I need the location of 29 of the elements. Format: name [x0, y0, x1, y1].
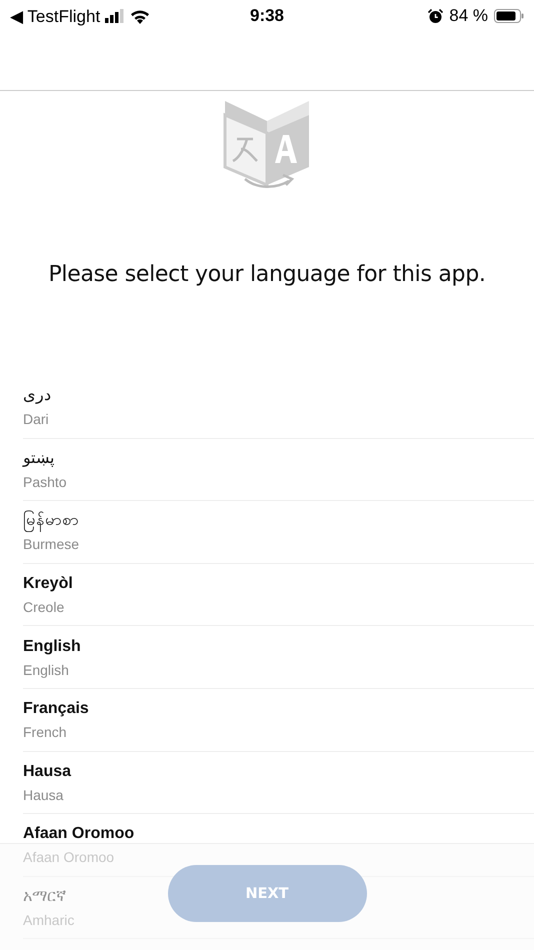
native-name: Hausa — [23, 762, 72, 781]
language-item[interactable]: မြန်မာစာ Burmese — [23, 501, 534, 564]
language-item[interactable]: Hausa Hausa — [23, 752, 534, 814]
language-item[interactable]: Français French — [23, 688, 534, 752]
page-heading: Please select your language for this app. — [48, 261, 486, 289]
battery-percent: 84 % — [449, 6, 488, 26]
wifi-icon — [130, 8, 150, 24]
alarm-icon — [428, 8, 444, 24]
english-name: French — [23, 724, 67, 740]
native-name: Kreyòl — [23, 574, 73, 594]
back-label[interactable]: ◀ TestFlight — [10, 6, 100, 26]
native-name: မြန်မာစာ — [23, 511, 79, 530]
native-name: English — [23, 636, 81, 656]
battery-icon — [494, 9, 524, 23]
english-name: Burmese — [23, 536, 80, 552]
signal-icon — [105, 9, 126, 23]
english-name: Hausa — [23, 786, 64, 803]
native-name: دری — [23, 386, 51, 406]
language-item[interactable]: Kreyòl Creole — [23, 564, 534, 626]
english-name: Pashto — [23, 474, 67, 490]
clock-time: 9:38 — [250, 6, 284, 26]
language-item[interactable]: English English — [23, 626, 534, 689]
english-name: Creole — [23, 599, 64, 616]
native-name: Afaan Oromoo — [23, 824, 134, 844]
native-name: Français — [23, 699, 89, 718]
english-name: English — [23, 662, 69, 678]
english-name: Dari — [23, 411, 49, 428]
native-name: አማርኛ — [23, 887, 66, 906]
native-name: پښتو — [23, 448, 54, 468]
